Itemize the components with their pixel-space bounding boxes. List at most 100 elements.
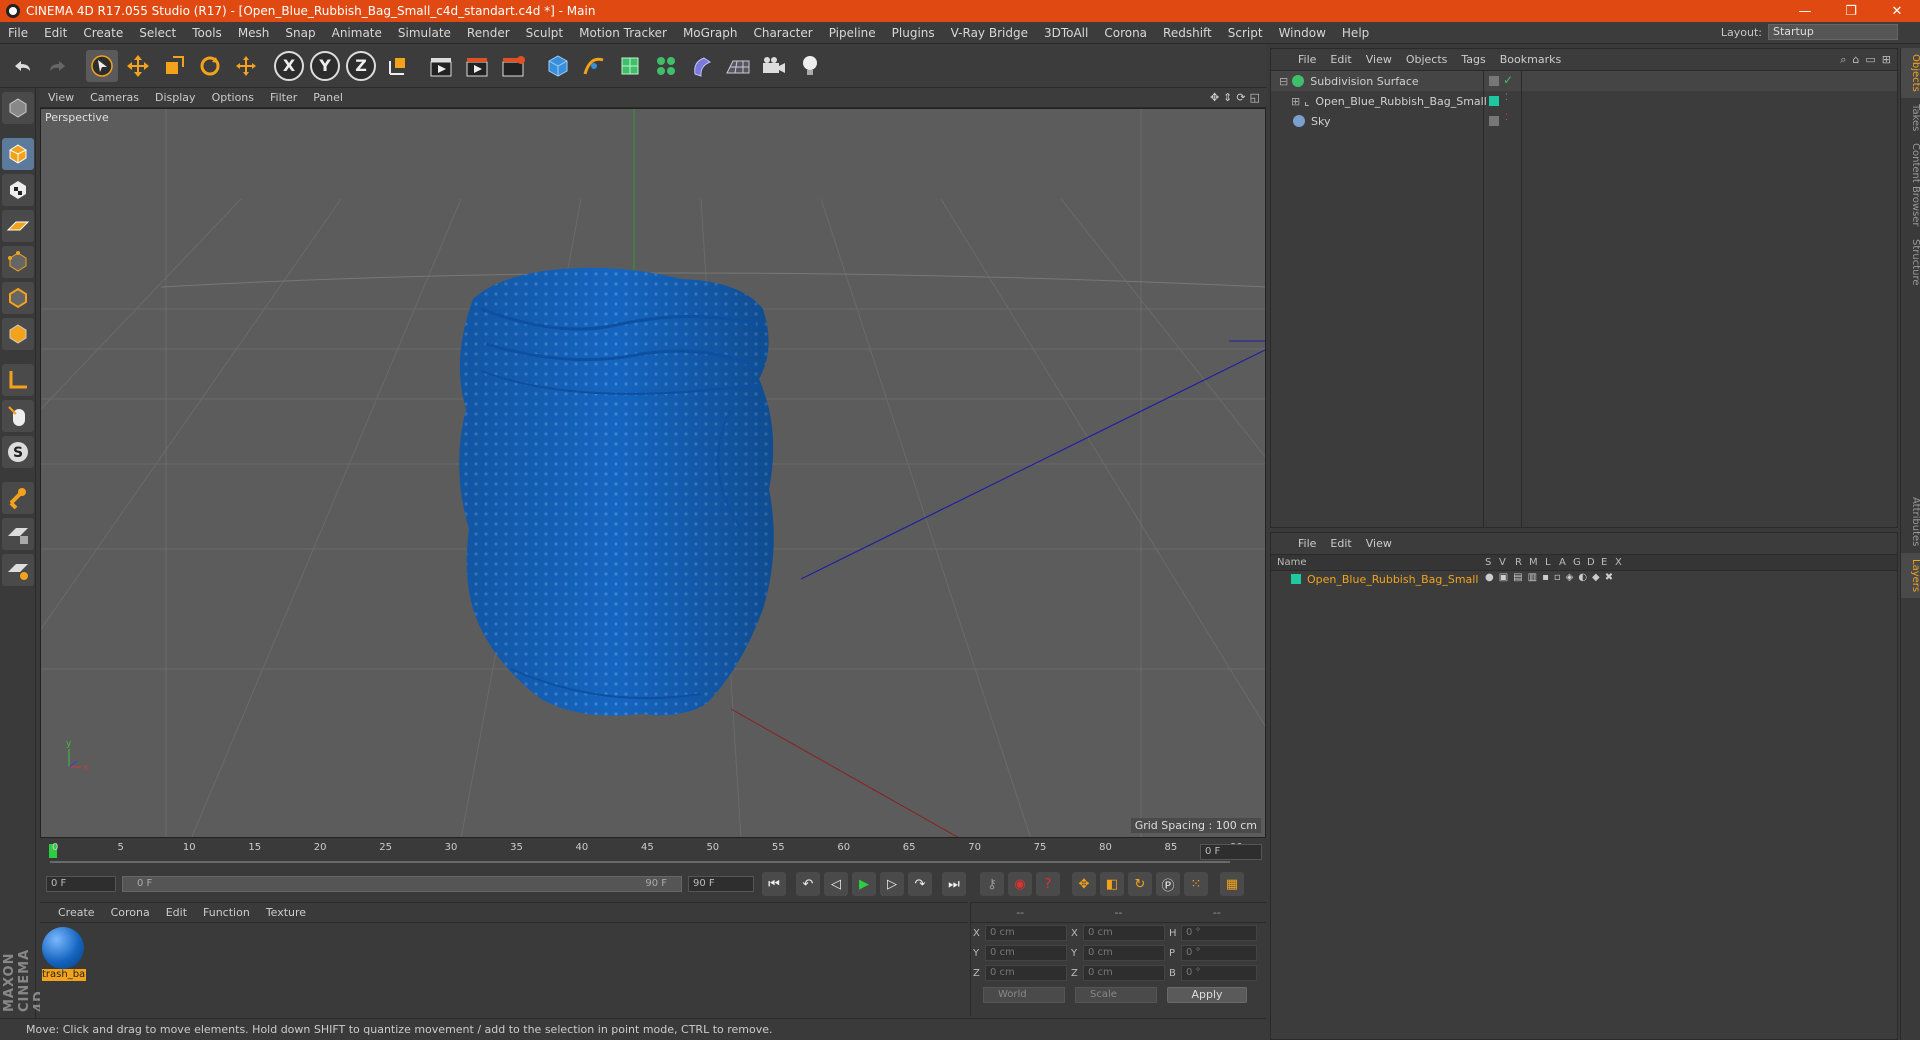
layer-row[interactable]: Open_Blue_Rubbish_Bag_Small ●▣▤▥▪▫◈◐◆✖	[1271, 571, 1897, 587]
enabled-check-icon[interactable]: ✓	[1503, 73, 1513, 87]
live-selection-button[interactable]	[230, 50, 262, 82]
coordinate-space-dropdown[interactable]: World	[983, 987, 1065, 1003]
dolly-icon[interactable]: ⇕	[1223, 91, 1232, 104]
coordinate-system-button[interactable]	[382, 50, 414, 82]
viewport-menu-view[interactable]: View	[40, 91, 82, 104]
size-x-field[interactable]: 0 cm	[1083, 925, 1165, 941]
menu-script[interactable]: Script	[1220, 26, 1271, 40]
layout-dropdown[interactable]: Startup	[1768, 24, 1898, 40]
new-window-icon[interactable]: ▭	[1865, 53, 1875, 67]
orbit-icon[interactable]: ⟳	[1236, 91, 1245, 104]
menu-character[interactable]: Character	[745, 26, 820, 40]
search-icon[interactable]: ⌕	[1840, 53, 1846, 67]
current-frame-field[interactable]: 0 F	[1200, 844, 1262, 860]
light-button[interactable]	[794, 50, 826, 82]
material-menu-create[interactable]: Create	[50, 906, 103, 919]
object-row-subdivision[interactable]: ⊟ Subdivision Surface ✓	[1271, 71, 1897, 91]
workplane-mode-button[interactable]	[2, 210, 34, 242]
spline-pen-button[interactable]	[578, 50, 610, 82]
goto-start-button[interactable]: ⏮	[762, 872, 786, 896]
material-menu-corona[interactable]: Corona	[103, 906, 158, 919]
menu-animate[interactable]: Animate	[324, 26, 390, 40]
object-menu-edit[interactable]: Edit	[1323, 53, 1358, 66]
apply-button[interactable]: Apply	[1167, 987, 1247, 1003]
frame-range-slider[interactable]: 0 F 90 F	[122, 876, 682, 892]
object-menu-view[interactable]: View	[1359, 53, 1399, 66]
move-tool-button[interactable]	[122, 50, 154, 82]
record-keys-button[interactable]: ⚷	[980, 872, 1004, 896]
tweak-mode-button[interactable]	[2, 400, 34, 432]
keyframe-selection-button[interactable]: ?	[1036, 872, 1060, 896]
object-row-bag[interactable]: ⊞ ⌞ Open_Blue_Rubbish_Bag_Small ⁚	[1271, 91, 1897, 111]
rot-b-field[interactable]: 0 °	[1181, 965, 1257, 981]
rubbish-bag-model[interactable]	[459, 267, 774, 716]
viewport-menu-display[interactable]: Display	[147, 91, 204, 104]
tab-layers[interactable]: Layers	[1901, 552, 1920, 598]
axis-mode-button[interactable]	[2, 364, 34, 396]
object-menu-tags[interactable]: Tags	[1454, 53, 1492, 66]
material-menu-texture[interactable]: Texture	[258, 906, 314, 919]
viewport-menu-panel[interactable]: Panel	[305, 91, 351, 104]
menu-plugins[interactable]: Plugins	[884, 26, 943, 40]
locked-workplane-button[interactable]	[2, 518, 34, 550]
menu-simulate[interactable]: Simulate	[390, 26, 459, 40]
next-frame-button[interactable]: ▷	[880, 872, 904, 896]
menu-tools[interactable]: Tools	[184, 26, 230, 40]
layer-color-tag[interactable]	[1489, 96, 1499, 106]
timeline-window-button[interactable]: ▦	[1220, 872, 1244, 896]
points-mode-button[interactable]	[2, 246, 34, 278]
render-settings-button[interactable]	[498, 50, 530, 82]
render-picture-viewer-button[interactable]	[462, 50, 494, 82]
pos-y-field[interactable]: 0 cm	[985, 945, 1067, 961]
deformer-button[interactable]	[686, 50, 718, 82]
cube-object-button[interactable]	[542, 50, 574, 82]
tab-takes[interactable]: Takes	[1901, 98, 1920, 137]
layer-color-swatch[interactable]	[1291, 574, 1301, 584]
goto-previous-keyframe-button[interactable]: ↶	[796, 872, 820, 896]
menu-render[interactable]: Render	[459, 26, 518, 40]
object-menu-bookmarks[interactable]: Bookmarks	[1493, 53, 1568, 66]
edit-toggle-icon[interactable]	[1489, 76, 1499, 86]
maximize-button[interactable]: ❐	[1828, 0, 1874, 22]
z-axis-lock-button[interactable]: Z	[346, 50, 376, 81]
menu-corona[interactable]: Corona	[1096, 26, 1155, 40]
model-mode-button[interactable]	[2, 138, 34, 170]
menu-edit[interactable]: Edit	[36, 26, 75, 40]
select-tool-button[interactable]	[86, 49, 118, 82]
menu-help[interactable]: Help	[1334, 26, 1377, 40]
layer-flags-icons[interactable]: ●▣▤▥▪▫◈◐◆✖	[1485, 572, 1618, 583]
layer-menu-edit[interactable]: Edit	[1323, 537, 1358, 550]
solo-mode-button[interactable]: S	[2, 436, 34, 468]
end-frame-field[interactable]: 90 F	[688, 876, 754, 892]
tab-objects[interactable]: Objects	[1901, 48, 1920, 98]
menu-window[interactable]: Window	[1271, 26, 1334, 40]
material-menu-edit[interactable]: Edit	[158, 906, 195, 919]
menu-mesh[interactable]: Mesh	[230, 26, 278, 40]
menu-redshift[interactable]: Redshift	[1155, 26, 1220, 40]
goto-next-keyframe-button[interactable]: ↷	[908, 872, 932, 896]
menu-select[interactable]: Select	[131, 26, 184, 40]
scale-tool-button[interactable]	[158, 50, 190, 82]
x-axis-lock-button[interactable]: X	[274, 50, 304, 81]
key-position-button[interactable]: ✥	[1072, 872, 1096, 896]
pos-x-field[interactable]: 0 cm	[985, 925, 1067, 941]
expand-icon[interactable]: ⊞	[1291, 95, 1300, 108]
timeline-ruler[interactable]: 051015202530354045505560657075808590 0 F	[40, 840, 1266, 866]
viewport-menu-options[interactable]: Options	[204, 91, 262, 104]
y-axis-lock-button[interactable]: Y	[310, 50, 340, 81]
previous-frame-button[interactable]: ◁	[824, 872, 848, 896]
floor-button[interactable]	[722, 50, 754, 82]
tab-content-browser[interactable]: Content Browser	[1901, 137, 1920, 232]
viewport-menu-cameras[interactable]: Cameras	[82, 91, 147, 104]
cloner-button[interactable]	[650, 50, 682, 82]
size-mode-dropdown[interactable]: Scale	[1075, 987, 1157, 1003]
tab-attributes[interactable]: Attributes	[1901, 491, 1920, 552]
menu-vray-bridge[interactable]: V-Ray Bridge	[943, 26, 1036, 40]
key-scale-button[interactable]: ◧	[1100, 872, 1124, 896]
object-row-sky[interactable]: Sky ⁚	[1271, 111, 1897, 131]
menu-snap[interactable]: Snap	[277, 26, 323, 40]
make-editable-button[interactable]	[2, 92, 34, 124]
rot-p-field[interactable]: 0 °	[1181, 945, 1257, 961]
minimize-button[interactable]: —	[1782, 0, 1828, 22]
planar-workplane-button[interactable]	[2, 554, 34, 586]
